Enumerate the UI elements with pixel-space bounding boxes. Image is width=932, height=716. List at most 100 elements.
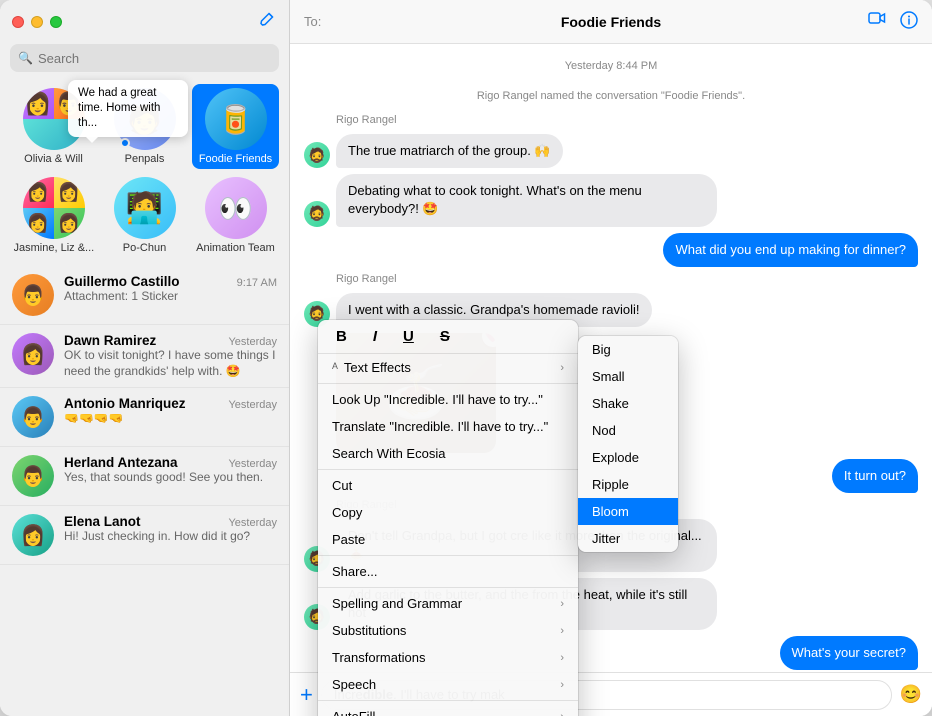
ctx-cut[interactable]: Cut bbox=[318, 472, 578, 499]
ctx-share[interactable]: Share... bbox=[318, 558, 578, 585]
compose-icon[interactable] bbox=[259, 12, 275, 33]
ctx-autofill-label: AutoFill bbox=[332, 709, 375, 716]
underline-format-button[interactable]: U bbox=[397, 326, 420, 347]
context-menu: B I U S ᴬ Text Effects › Look Up "Incred… bbox=[318, 320, 578, 716]
ctx-copy-label: Copy bbox=[332, 505, 362, 520]
ctx-lookup-label: Look Up "Incredible. I'll have to try...… bbox=[332, 392, 543, 407]
emoji-button[interactable]: 😊 bbox=[900, 684, 922, 705]
ctx-spelling[interactable]: Spelling and Grammar › bbox=[318, 590, 578, 617]
msg-bubble-sent-1: What did you end up making for dinner? bbox=[663, 233, 918, 267]
chat-title: Foodie Friends bbox=[561, 14, 661, 30]
po-chun-label: Po-Chun bbox=[123, 242, 166, 254]
ctx-spelling-arrow: › bbox=[560, 598, 564, 610]
olivia-will-label: Olivia & Will bbox=[24, 153, 83, 165]
submenu-jitter[interactable]: Jitter bbox=[578, 525, 678, 552]
info-icon[interactable] bbox=[900, 11, 918, 33]
header-icons bbox=[868, 11, 918, 33]
submenu-bloom[interactable]: Bloom bbox=[578, 498, 678, 525]
convo-elena-info: Elena Lanot Yesterday Hi! Just checking … bbox=[64, 514, 277, 545]
bold-format-button[interactable]: B bbox=[330, 326, 353, 347]
ctx-transformations-arrow: › bbox=[560, 652, 564, 664]
minimize-button[interactable] bbox=[31, 16, 43, 28]
penpals-label: Penpals bbox=[125, 153, 165, 165]
group-animation-team[interactable]: 👀 Animation Team bbox=[192, 173, 279, 258]
ctx-sep-4 bbox=[318, 587, 578, 588]
ctx-search-ecosia[interactable]: Search With Ecosia bbox=[318, 440, 578, 467]
traffic-lights bbox=[12, 16, 62, 28]
group-foodie-friends[interactable]: 🥫 Foodie Friends bbox=[192, 84, 279, 169]
ctx-autofill[interactable]: AutoFill › bbox=[318, 703, 578, 716]
add-button[interactable]: + bbox=[300, 682, 313, 708]
search-bar[interactable]: 🔍 bbox=[10, 44, 279, 72]
ctx-copy[interactable]: Copy bbox=[318, 499, 578, 526]
tooltip-bubble: We had a great time. Home with th... bbox=[68, 80, 188, 137]
rigo-avatar-sm-2: 🧔 bbox=[304, 201, 330, 227]
submenu-small[interactable]: Small bbox=[578, 363, 678, 390]
system-message-text: Rigo Rangel named the conversation "Food… bbox=[304, 90, 918, 102]
ctx-speech[interactable]: Speech › bbox=[318, 671, 578, 698]
italic-format-button[interactable]: I bbox=[367, 326, 383, 347]
convo-dawn[interactable]: 👩 Dawn Ramirez Yesterday OK to visit ton… bbox=[0, 325, 289, 388]
convo-guillermo-info: Guillermo Castillo 9:17 AM Attachment: 1… bbox=[64, 274, 277, 305]
ctx-sep-5 bbox=[318, 700, 578, 701]
animation-team-avatar: 👀 bbox=[205, 177, 267, 239]
submenu-shake[interactable]: Shake bbox=[578, 390, 678, 417]
maximize-button[interactable] bbox=[50, 16, 62, 28]
group-po-chun[interactable]: 🧑‍💻 Po-Chun bbox=[101, 173, 188, 258]
submenu-explode[interactable]: Explode bbox=[578, 444, 678, 471]
search-input[interactable] bbox=[38, 51, 271, 66]
strikethrough-format-button[interactable]: S bbox=[434, 326, 456, 347]
convo-antonio-info: Antonio Manriquez Yesterday 🤜🤜🤜🤜 bbox=[64, 396, 277, 427]
context-menu-formatting: B I U S bbox=[318, 320, 578, 354]
ctx-speech-label: Speech bbox=[332, 677, 376, 692]
convo-elena[interactable]: 👩 Elena Lanot Yesterday Hi! Just checkin… bbox=[0, 506, 289, 565]
system-message-time: Yesterday 8:44 PM bbox=[304, 60, 918, 72]
rigo-avatar-sm: 🧔 bbox=[304, 142, 330, 168]
sender-rigo-1: Rigo Rangel bbox=[336, 114, 918, 126]
search-icon: 🔍 bbox=[18, 51, 33, 65]
text-effects-icon: ᴬ bbox=[332, 360, 338, 375]
msg-row-sent-1: What did you end up making for dinner? bbox=[304, 233, 918, 267]
ctx-lookup[interactable]: Look Up "Incredible. I'll have to try...… bbox=[318, 386, 578, 413]
ctx-autofill-arrow: › bbox=[560, 711, 564, 716]
convo-herland[interactable]: 👨 Herland Antezana Yesterday Yes, that s… bbox=[0, 447, 289, 506]
ctx-transformations[interactable]: Transformations › bbox=[318, 644, 578, 671]
sender-rigo-3: Rigo Rangel bbox=[336, 273, 918, 285]
convo-dawn-info: Dawn Ramirez Yesterday OK to visit tonig… bbox=[64, 333, 277, 379]
msg-bubble-sent-2: It turn out? bbox=[832, 459, 918, 493]
ctx-substitutions-label: Substitutions bbox=[332, 623, 406, 638]
ctx-cut-label: Cut bbox=[332, 478, 352, 493]
ctx-search-ecosia-label: Search With Ecosia bbox=[332, 446, 445, 461]
submenu-ripple[interactable]: Ripple bbox=[578, 471, 678, 498]
video-call-icon[interactable] bbox=[868, 11, 886, 33]
ctx-substitutions[interactable]: Substitutions › bbox=[318, 617, 578, 644]
ctx-sep-1 bbox=[318, 383, 578, 384]
convo-antonio[interactable]: 👨 Antonio Manriquez Yesterday 🤜🤜🤜🤜 bbox=[0, 388, 289, 447]
submenu-big[interactable]: Big bbox=[578, 336, 678, 363]
ctx-paste[interactable]: Paste bbox=[318, 526, 578, 553]
text-effects-submenu: Big Small Shake Nod Explode Ripple Bloom… bbox=[578, 336, 678, 552]
ctx-sep-2 bbox=[318, 469, 578, 470]
jasmine-liz-label: Jasmine, Liz &... bbox=[14, 242, 94, 254]
animation-team-label: Animation Team bbox=[196, 242, 275, 254]
foodie-friends-label: Foodie Friends bbox=[199, 153, 272, 165]
ctx-translate-label: Translate "Incredible. I'll have to try.… bbox=[332, 419, 548, 434]
convo-guillermo[interactable]: 👨 Guillermo Castillo 9:17 AM Attachment:… bbox=[0, 266, 289, 325]
conversation-list[interactable]: 👨 Guillermo Castillo 9:17 AM Attachment:… bbox=[0, 266, 289, 716]
msg-bubble-sent-3: What's your secret? bbox=[780, 636, 918, 670]
chat-to-label: To: bbox=[304, 14, 321, 29]
app-window: 🔍 👩 👨 Olivia & Will 🧑 bbox=[0, 0, 932, 716]
ctx-text-effects-arrow: › bbox=[560, 362, 564, 374]
msg-bubble-received-1: The true matriarch of the group. 🙌 bbox=[336, 134, 563, 168]
titlebar bbox=[0, 0, 289, 44]
ctx-text-effects[interactable]: ᴬ Text Effects › bbox=[318, 354, 578, 381]
close-button[interactable] bbox=[12, 16, 24, 28]
ctx-translate[interactable]: Translate "Incredible. I'll have to try.… bbox=[318, 413, 578, 440]
msg-row-received-2: 🧔 Debating what to cook tonight. What's … bbox=[304, 174, 918, 226]
ctx-speech-arrow: › bbox=[560, 679, 564, 691]
convo-herland-info: Herland Antezana Yesterday Yes, that sou… bbox=[64, 455, 277, 486]
foodie-friends-avatar: 🥫 bbox=[205, 88, 267, 150]
submenu-nod[interactable]: Nod bbox=[578, 417, 678, 444]
sidebar: 🔍 👩 👨 Olivia & Will 🧑 bbox=[0, 0, 290, 716]
group-jasmine-liz[interactable]: 👩 👩 👩 👩 Jasmine, Liz &... bbox=[10, 173, 97, 258]
